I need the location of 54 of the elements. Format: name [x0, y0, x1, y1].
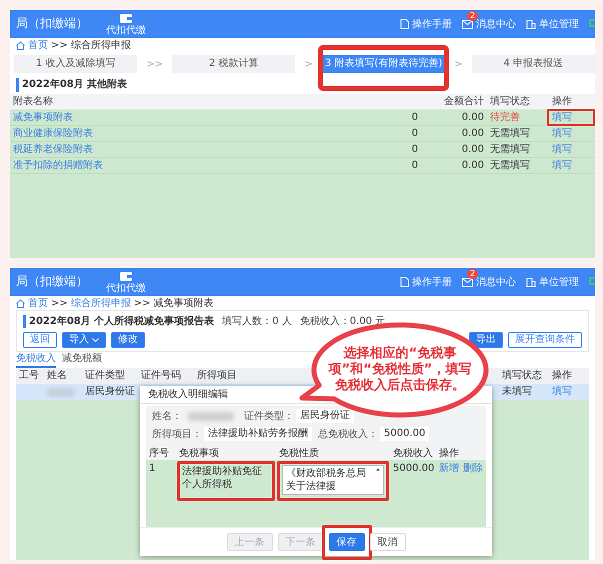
notification-badge: 2: [467, 10, 478, 20]
column-header: 金额合计: [443, 94, 485, 109]
breadcrumb-separator: >>: [51, 296, 68, 310]
field-value: 居民身份证: [296, 409, 354, 423]
column-header: 所得项目: [196, 368, 238, 383]
column-header: 免税性质: [278, 446, 320, 460]
report-title: 2022年08月 个人所得税减免事项报告表: [23, 314, 214, 328]
column-header: 免税收入: [392, 446, 434, 460]
table-cell-text: 0.00: [460, 159, 485, 173]
column-header: 填写状态: [501, 368, 543, 383]
column-header: 证件号码: [140, 369, 182, 383]
app-title: 局（扣缴端）: [16, 274, 88, 290]
field-value: 法律援助补贴劳务报酬: [204, 427, 312, 441]
table-cell: 法律援助补贴免征个人所得税: [182, 466, 262, 490]
step-separator: >: [304, 58, 313, 70]
field-label: 总免税收入：: [317, 428, 379, 440]
column-header: 操作: [551, 95, 573, 109]
status-text: 无需填写: [489, 142, 531, 157]
step-separator: >>: [146, 58, 164, 70]
column-header: 免税事项: [178, 446, 220, 460]
breadcrumb-separator: >>: [134, 296, 151, 310]
step-separator: >: [454, 58, 463, 70]
summary-text: 填写人数：0 人: [222, 314, 292, 328]
table-cell-text: 居民身份证: [84, 385, 136, 399]
column-header: 姓名: [46, 369, 68, 383]
breadcrumb-current: 减免事项附表: [154, 296, 214, 310]
field-label: 证件类型：: [243, 410, 295, 422]
app-title: 局（扣缴端）: [16, 16, 88, 32]
status-text: 无需填写: [489, 126, 531, 141]
table-cell-text: 0: [410, 143, 419, 157]
field-label: 所得项目：: [151, 428, 203, 440]
table-cell-text: 0.00: [460, 143, 485, 157]
table-cell-text: 0.00: [460, 111, 485, 125]
field-value: 5000.00: [380, 427, 430, 441]
table-cell-text: 0: [410, 111, 419, 125]
column-header: 附表名称: [12, 94, 54, 109]
column-header: 填写状态: [489, 94, 531, 109]
status-text: 无需填写: [489, 158, 531, 173]
column-header: 证件类型: [84, 368, 126, 383]
column-header: 操作: [551, 369, 573, 383]
field-label: 姓名：: [151, 410, 183, 422]
table-cell-text: 0.00: [460, 127, 485, 141]
table-cell-text: 0: [410, 127, 419, 141]
table-cell-text: 未填写: [501, 384, 533, 399]
status-text: 待完善: [489, 110, 521, 125]
column-header: 工号: [18, 369, 40, 383]
notification-badge: 2: [467, 268, 478, 278]
table-cell-text: 0: [410, 159, 419, 173]
column-header: 操作: [438, 447, 460, 460]
table-cell-text: 1: [148, 462, 156, 476]
column-header: 序号: [148, 446, 170, 460]
breadcrumb-current: 综合所得申报: [70, 38, 131, 52]
table-cell-text: 5000.00: [392, 462, 436, 476]
breadcrumb-separator: >>: [51, 38, 68, 52]
